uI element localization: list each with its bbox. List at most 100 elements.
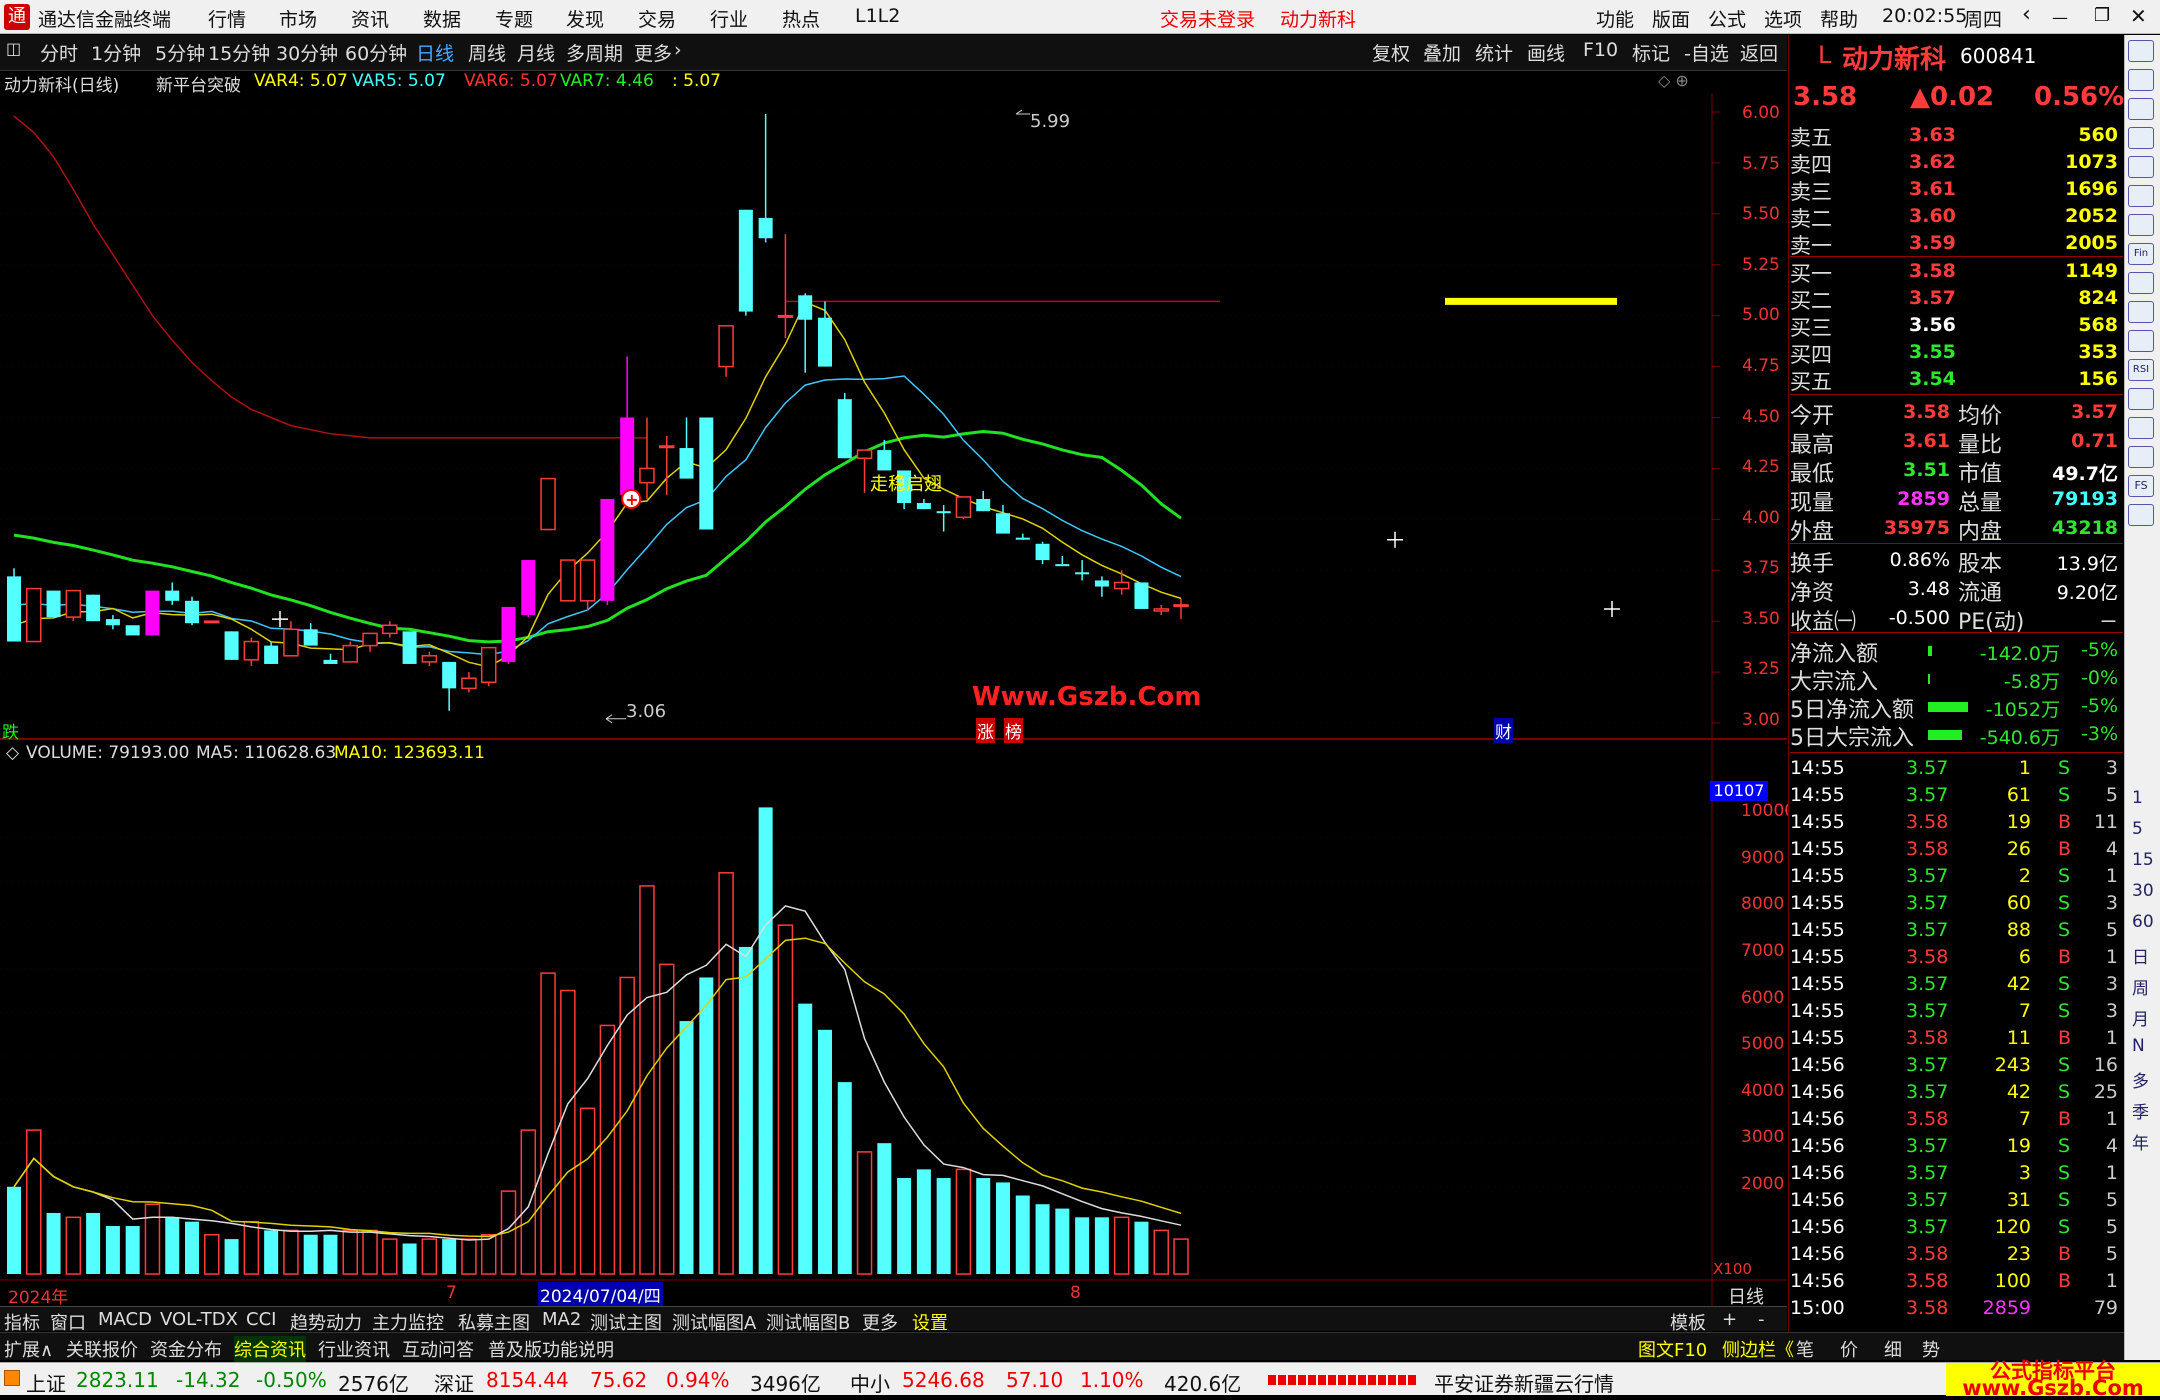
menu-l1l2[interactable]: L1L2 (855, 5, 900, 27)
menu-function[interactable]: 功能 (1596, 5, 1634, 32)
menu-formula[interactable]: 公式 (1708, 5, 1746, 32)
pie-icon[interactable] (2128, 272, 2154, 294)
info-tab-right-4[interactable]: 细 (1884, 1336, 1902, 1362)
period-multi[interactable]: 多周期 (566, 39, 623, 66)
period-30min[interactable]: 30分钟 (276, 39, 338, 66)
period-15min[interactable]: 15分钟 (208, 39, 270, 66)
menu-topics[interactable]: 专题 (495, 5, 533, 32)
info-tab-right-5[interactable]: 势 (1922, 1336, 1940, 1362)
kline-chart[interactable]: + (0, 93, 1787, 1306)
tab-2[interactable]: MACD (98, 1309, 152, 1330)
tag-finance[interactable]: 财 (1494, 718, 1513, 743)
info-tab-4[interactable]: 行业资讯 (318, 1336, 390, 1362)
target-icon[interactable] (2128, 301, 2154, 323)
candle-icon[interactable] (2128, 185, 2154, 207)
menu-news[interactable]: 资讯 (351, 5, 389, 32)
menu-options[interactable]: 选项 (1764, 5, 1802, 32)
btn-return[interactable]: 返回 (1740, 39, 1778, 66)
btn-watchlist[interactable]: -自选 (1684, 39, 1729, 66)
sidebar-period-4[interactable]: 60 (2132, 912, 2154, 932)
period-month[interactable]: 月线 (517, 39, 555, 66)
zx-index-name[interactable]: 中小 (850, 1368, 890, 1397)
close-icon[interactable]: ✕ (2130, 4, 2147, 28)
tab-8[interactable]: MA2 (542, 1309, 581, 1330)
menu-quotes[interactable]: 行情 (208, 5, 246, 32)
pen-icon[interactable] (2128, 446, 2154, 468)
grid-icon[interactable] (2128, 127, 2154, 149)
btn-draw[interactable]: 画线 (1527, 39, 1565, 66)
tag-rise[interactable]: 涨 (976, 718, 995, 743)
tag-rank[interactable]: 榜 (1004, 718, 1023, 743)
nav-down-icon[interactable] (2128, 69, 2154, 91)
period-week[interactable]: 周线 (468, 39, 506, 66)
tab-4[interactable]: CCI (246, 1309, 276, 1330)
menu-hot[interactable]: 热点 (782, 5, 820, 32)
list-icon[interactable] (2128, 214, 2154, 236)
btn-stats[interactable]: 统计 (1475, 39, 1513, 66)
btn-adjust[interactable]: 复权 (1372, 39, 1410, 66)
window-icon[interactable]: ◫ (6, 39, 21, 58)
info-tab-5[interactable]: 互动问答 (402, 1336, 474, 1362)
tab-3[interactable]: VOL-TDX (160, 1309, 238, 1330)
rsi-icon[interactable]: RSI (2128, 359, 2154, 381)
info-tab-2[interactable]: 资金分布 (150, 1336, 222, 1362)
sh-index-name[interactable]: 上证 (26, 1368, 66, 1397)
info-tab-right-0[interactable]: 图文F10 (1638, 1336, 1707, 1362)
sidebar-period-1[interactable]: 5 (2132, 819, 2143, 839)
menu-data[interactable]: 数据 (423, 5, 461, 32)
fs-icon[interactable]: FS (2128, 475, 2154, 497)
menu-layout[interactable]: 版面 (1652, 5, 1690, 32)
restore-icon[interactable]: ❐ (2094, 5, 2110, 26)
sidebar-period-0[interactable]: 1 (2132, 788, 2143, 808)
nav-up-icon[interactable] (2128, 40, 2154, 62)
sidebar-period-11[interactable]: 年 (2132, 1129, 2149, 1154)
period-1min[interactable]: 1分钟 (91, 39, 141, 66)
doc-icon[interactable] (2128, 98, 2154, 120)
sidebar-period-2[interactable]: 15 (2132, 850, 2154, 870)
add-icon[interactable] (2128, 388, 2154, 410)
fin-icon[interactable]: Fin (2128, 243, 2154, 265)
info-tab-right-1[interactable]: 侧边栏《 (1722, 1336, 1794, 1362)
clock-icon[interactable] (2128, 330, 2154, 352)
menu-industry[interactable]: 行业 (710, 5, 748, 32)
grid2-icon[interactable] (2128, 504, 2154, 526)
period-5min[interactable]: 5分钟 (155, 39, 205, 66)
tab-right-1[interactable]: + (1722, 1309, 1737, 1330)
period-day[interactable]: 日线 (416, 39, 454, 66)
btn-f10[interactable]: F10 (1583, 39, 1618, 61)
info-tab-6[interactable]: 普及版功能说明 (488, 1336, 614, 1362)
trade-login-status[interactable]: 交易未登录 (1160, 5, 1255, 32)
info-tab-3[interactable]: 综合资讯 (234, 1336, 306, 1362)
volume-icon[interactable]: ◇ (6, 743, 19, 763)
info-tab-1[interactable]: 关联报价 (66, 1336, 138, 1362)
back-icon[interactable]: ‹ (2022, 2, 2031, 27)
minimize-icon[interactable]: — (2052, 8, 2068, 27)
sidebar-period-7[interactable]: 月 (2132, 1005, 2149, 1030)
move-icon[interactable] (2128, 417, 2154, 439)
menu-market[interactable]: 市场 (279, 5, 317, 32)
period-tick[interactable]: 分时 (40, 39, 78, 66)
info-tab-right-3[interactable]: 价 (1840, 1336, 1858, 1362)
sidebar-period-5[interactable]: 日 (2132, 943, 2149, 968)
menu-discover[interactable]: 发现 (566, 5, 604, 32)
info-tab-right-2[interactable]: 笔 (1796, 1336, 1814, 1362)
sidebar-period-3[interactable]: 30 (2132, 881, 2154, 901)
status-icon[interactable] (4, 1370, 20, 1386)
menu-help[interactable]: 帮助 (1820, 5, 1858, 32)
chart-icon[interactable] (2128, 156, 2154, 178)
sz-index-name[interactable]: 深证 (434, 1368, 474, 1397)
sidebar-period-10[interactable]: 季 (2132, 1098, 2149, 1123)
btn-overlay[interactable]: 叠加 (1423, 39, 1461, 66)
menu-trade[interactable]: 交易 (638, 5, 676, 32)
chevron-right-icon[interactable]: › (674, 39, 682, 61)
period-60min[interactable]: 60分钟 (345, 39, 407, 66)
period-more[interactable]: 更多 (634, 39, 672, 66)
tab-right-2[interactable]: - (1758, 1309, 1765, 1330)
sidebar-period-9[interactable]: 多 (2132, 1067, 2149, 1092)
sidebar-period-8[interactable]: N (2132, 1036, 2145, 1056)
sidebar-period-6[interactable]: 周 (2132, 974, 2149, 999)
btn-mark[interactable]: 标记 (1632, 39, 1670, 66)
info-tab-0[interactable]: 扩展∧ (4, 1336, 53, 1362)
stock-link[interactable]: 动力新科 (1280, 5, 1356, 32)
diamond-icon[interactable]: ◇ ⊕ (1658, 71, 1689, 90)
